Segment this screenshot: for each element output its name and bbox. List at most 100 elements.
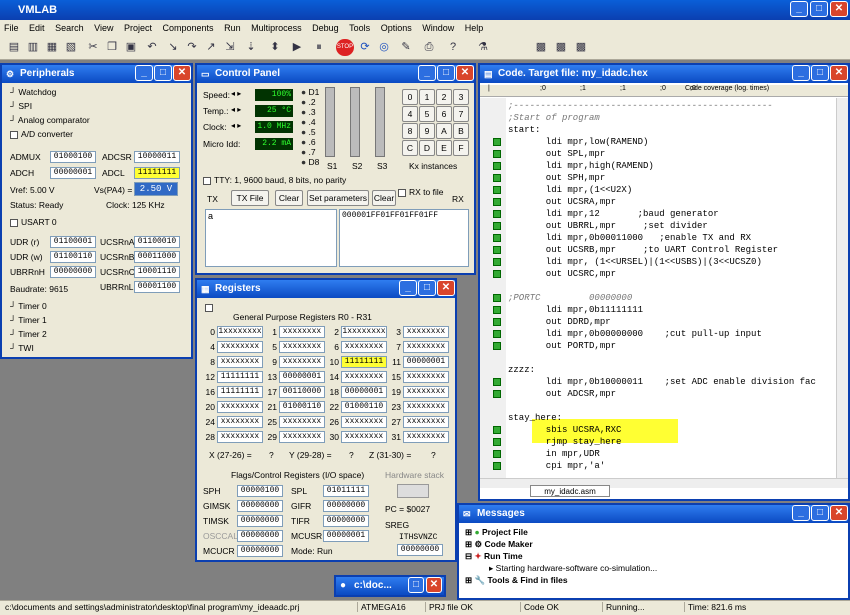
analog-comparator-group[interactable]: ┘ Analog comparator (10, 115, 90, 125)
paste-icon[interactable]: ▣ (122, 39, 140, 56)
key-0[interactable]: 0 (402, 89, 418, 105)
code-line[interactable]: stay_here: (508, 412, 562, 424)
key-1[interactable]: 1 (419, 89, 435, 105)
peripherals-window-icon[interactable]: ▩ (532, 39, 550, 56)
messages-minimize-button[interactable]: _ (792, 505, 810, 521)
coverage-marker[interactable] (493, 294, 501, 302)
code-maximize-button[interactable]: □ (811, 65, 829, 81)
slider-s3[interactable] (375, 87, 385, 157)
step-over-icon[interactable]: ↷ (183, 39, 201, 56)
control-maximize-button[interactable]: □ (437, 65, 455, 81)
register-value[interactable]: xxxxxxxx (341, 416, 387, 428)
ucsrna-value[interactable]: 01100010 (134, 236, 180, 248)
break-icon[interactable]: ⏸ (310, 39, 328, 56)
code-line[interactable]: ;PORTC 00000000 (508, 292, 632, 304)
msg-code-maker[interactable]: ⊞ ⚙ Code Maker (465, 539, 533, 550)
run-to-cursor-icon[interactable]: ⇲ (221, 39, 239, 56)
key-9[interactable]: 9 (419, 123, 435, 139)
msg-run-time[interactable]: ⊟ ✦ Run Time (465, 551, 523, 562)
coverage-marker[interactable] (493, 162, 501, 170)
code-line[interactable]: ldi mpr,0b10000011 ;set ADC enable divis… (508, 376, 816, 388)
vs-value-input[interactable]: 2.50 V (134, 182, 178, 196)
msg-project-file[interactable]: ⊞ ● Project File (465, 527, 528, 538)
new-project-icon[interactable]: ▤ (5, 39, 23, 56)
gpr-check[interactable] (205, 303, 213, 312)
menu-help[interactable]: Help (465, 23, 484, 33)
gimsk-value[interactable]: 00000000 (237, 500, 283, 512)
key-2[interactable]: 2 (436, 89, 452, 105)
register-value[interactable]: xxxxxxxx (341, 341, 387, 353)
rx-to-file-group[interactable]: RX to file (398, 188, 444, 197)
code-line[interactable]: out UCSRB,mpr ;to UART Control Register (508, 244, 778, 256)
key-3[interactable]: 3 (453, 89, 469, 105)
control-minimize-button[interactable]: _ (418, 65, 436, 81)
register-value[interactable]: xxxxxxxx (279, 326, 325, 338)
register-value[interactable]: 11111111 (217, 371, 263, 383)
code-line[interactable]: ldi mpr,high(RAMEND) (508, 160, 654, 172)
rx-clear-button[interactable]: Clear (372, 190, 396, 206)
register-value[interactable]: xxxxxxxx (279, 416, 325, 428)
registers-window-icon[interactable]: ▩ (552, 39, 570, 56)
udr-w-value[interactable]: 01100110 (50, 251, 96, 263)
gpr-checkbox[interactable] (205, 302, 216, 312)
code-line[interactable]: out PORTD,mpr (508, 340, 616, 352)
ubrrnl-value[interactable]: 00001100 (134, 281, 180, 293)
register-value[interactable]: 01000110 (341, 401, 387, 413)
register-value[interactable]: xxxxxxxx (403, 371, 449, 383)
code-line[interactable]: ;Start of program (508, 112, 600, 124)
key-8[interactable]: 8 (402, 123, 418, 139)
build-icon[interactable]: ⬍ (266, 39, 284, 56)
save-project-icon[interactable]: ▦ (43, 39, 61, 56)
tx-textarea[interactable]: a (205, 209, 337, 267)
register-value[interactable]: 1xxxxxxxx (217, 326, 263, 338)
coverage-marker[interactable] (493, 210, 501, 218)
code-line[interactable]: zzzz: (508, 364, 535, 376)
peripherals-close-button[interactable]: ✕ (173, 65, 191, 81)
timer0-group[interactable]: ┘ Timer 0 (10, 301, 47, 311)
coverage-marker[interactable] (493, 450, 501, 458)
key-F[interactable]: F (453, 140, 469, 156)
menu-components[interactable]: Components (163, 23, 214, 33)
key-5[interactable]: 5 (419, 106, 435, 122)
register-value[interactable]: xxxxxxxx (341, 371, 387, 383)
code-line[interactable]: ldi mpr,0b00011000 ;enable TX and RX (508, 232, 751, 244)
mcusr-value[interactable]: 00000001 (323, 530, 369, 542)
timer2-group[interactable]: ┘ Timer 2 (10, 329, 47, 339)
set-parameters-button[interactable]: Set parameters (307, 190, 369, 206)
register-value[interactable]: xxxxxxxx (217, 431, 263, 443)
stop-icon[interactable]: STOP (336, 39, 354, 56)
code-line[interactable]: out ADCSR,mpr (508, 388, 616, 400)
rx-to-file-checkbox[interactable] (398, 188, 406, 197)
coverage-marker[interactable] (493, 426, 501, 434)
speed-spinner[interactable]: ◂ ▸ (231, 89, 241, 98)
project-file-icon[interactable]: ▧ (62, 39, 80, 56)
register-value[interactable]: xxxxxxxx (217, 341, 263, 353)
tx-file-button[interactable]: TX File (231, 190, 269, 206)
trace-icon[interactable]: ⇣ (242, 39, 260, 56)
register-value[interactable]: xxxxxxxx (403, 431, 449, 443)
undo-icon[interactable]: ↶ (143, 39, 161, 56)
restart-icon[interactable]: ⟳ (356, 39, 374, 56)
coverage-marker[interactable] (493, 186, 501, 194)
cut-icon[interactable]: ✂ (84, 39, 102, 56)
register-value[interactable]: 01000110 (279, 401, 325, 413)
mini-restore-button[interactable]: □ (408, 577, 424, 593)
ubrrnh-value[interactable]: 00000000 (50, 266, 96, 278)
adcsr-value[interactable]: 10000011 (134, 151, 180, 163)
adc-checkbox[interactable] (10, 130, 18, 139)
peripherals-maximize-button[interactable]: □ (154, 65, 172, 81)
watchdog-group[interactable]: ┘ Watchdog (10, 87, 56, 97)
coverage-marker[interactable] (493, 270, 501, 278)
register-value[interactable]: 00110000 (279, 386, 325, 398)
code-minimize-button[interactable]: _ (792, 65, 810, 81)
coverage-marker[interactable] (493, 138, 501, 146)
menu-window[interactable]: Window (422, 23, 454, 33)
print-icon[interactable]: ⎙ (420, 39, 438, 56)
registers-maximize-button[interactable]: □ (418, 280, 436, 296)
code-close-button[interactable]: ✕ (830, 65, 848, 81)
adch-value[interactable]: 00000001 (50, 167, 96, 179)
msg-run-sub[interactable]: ▸ Starting hardware-software co-simulati… (489, 563, 657, 574)
messages-maximize-button[interactable]: □ (811, 505, 829, 521)
register-value[interactable]: xxxxxxxx (279, 431, 325, 443)
usart-checkbox[interactable] (10, 218, 18, 227)
